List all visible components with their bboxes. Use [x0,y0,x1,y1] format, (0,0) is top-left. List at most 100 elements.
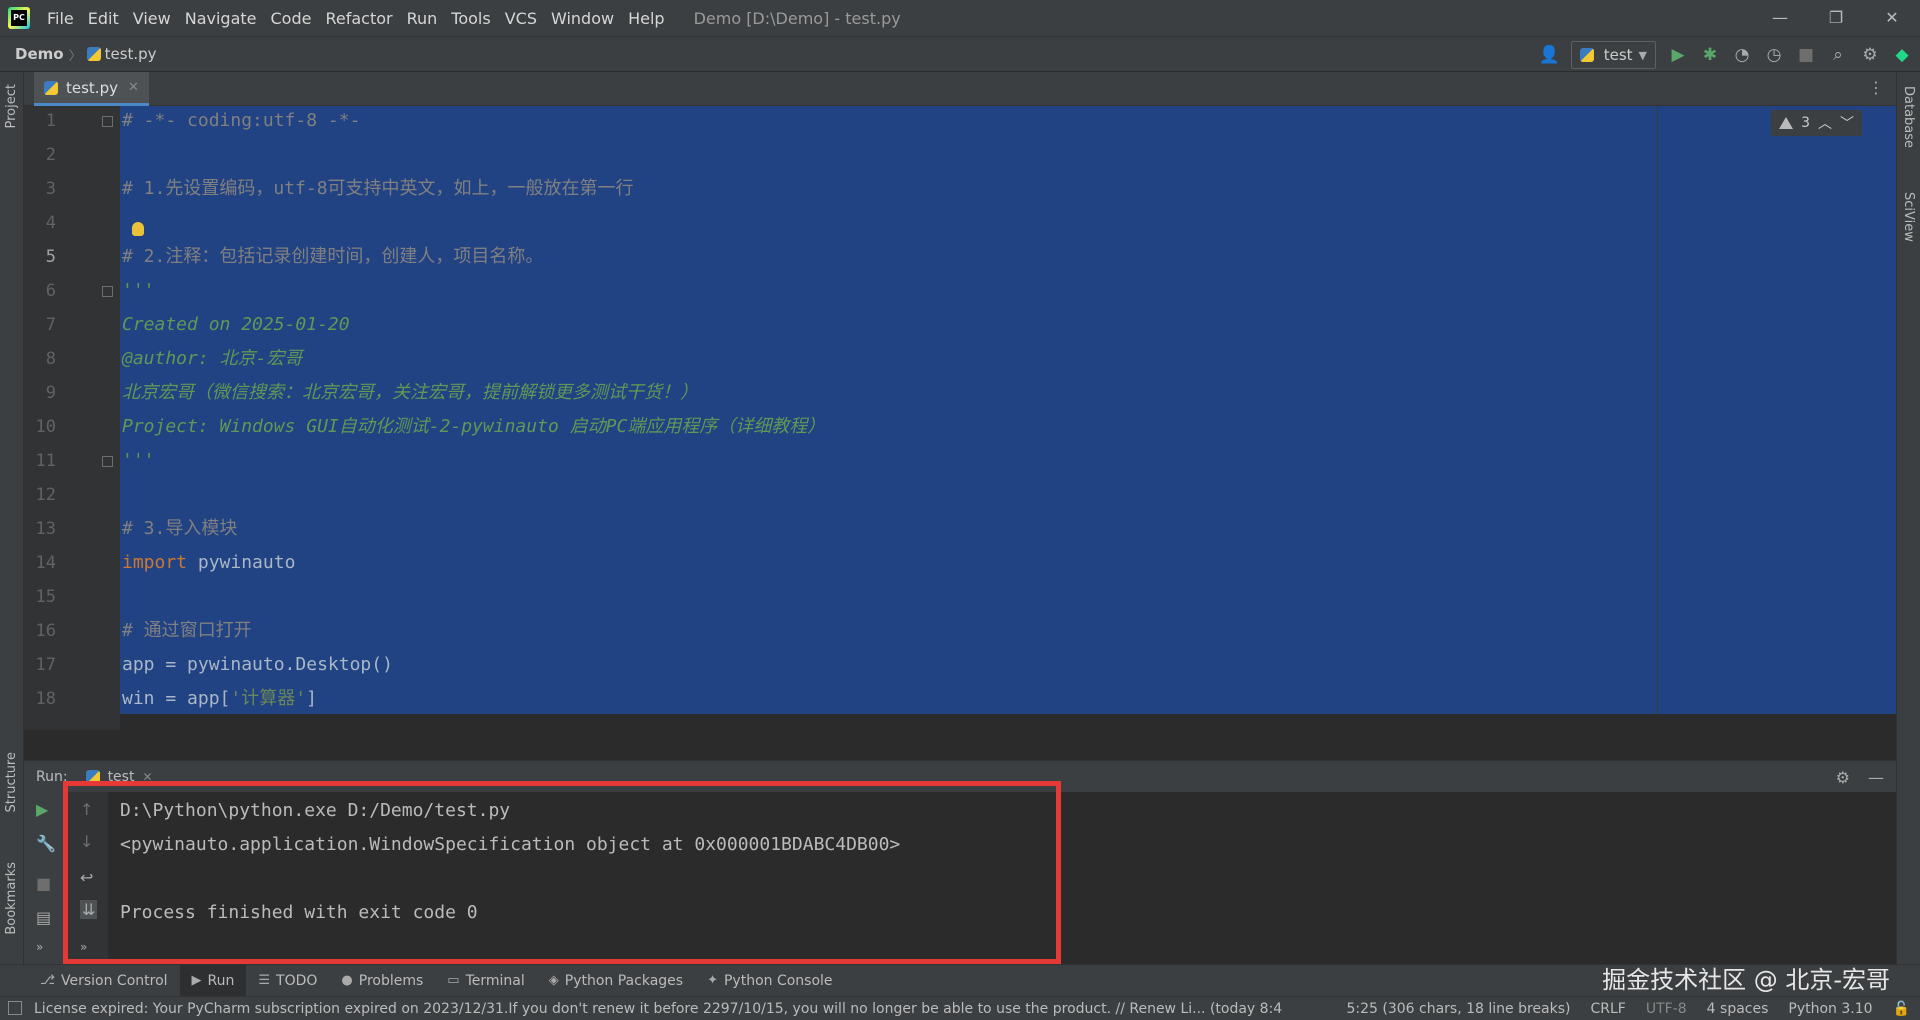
run-icon[interactable]: ▶ [1668,45,1688,65]
menu-navigate[interactable]: Navigate [178,9,264,28]
tab-test-py[interactable]: test.py ✕ [34,72,149,106]
title-bar: File Edit View Navigate Code Refactor Ru… [0,0,1920,36]
hide-icon[interactable]: — [1868,768,1884,787]
lock-icon[interactable]: 🔓 [1893,1001,1910,1017]
fold-marker-icon[interactable] [102,456,113,467]
line-number[interactable]: 4 [24,206,56,240]
editor-gutter: 1 2 3 4 5 6 7 8 9 10 11 12 13 14 15 16 17 18 [24,106,120,730]
profile-icon[interactable]: ◷ [1764,45,1784,65]
menu-window[interactable]: Window [544,9,621,28]
tool-button-python-console[interactable]: ✦ Python Console [695,965,844,997]
line-number[interactable]: 12 [24,478,56,512]
breadcrumb-project[interactable]: Demo [15,45,64,63]
user-icon[interactable]: 👤 [1539,45,1560,65]
stop-icon[interactable]: ■ [36,874,51,893]
line-number[interactable]: 17 [24,648,56,682]
indent-setting[interactable]: 4 spaces [1707,1001,1769,1017]
code-token: ''' [122,280,155,301]
menu-refactor[interactable]: Refactor [318,9,399,28]
menu-file[interactable]: File [40,9,81,28]
wrench-icon[interactable]: 🔧 [36,834,56,853]
gear-icon[interactable]: ⚙ [1860,45,1880,65]
tab-label: test.py [66,78,118,97]
line-number[interactable]: 1 [24,106,56,138]
code-token: # 2.注释：包括记录创建时间，创建人，项目名称。 [122,246,544,267]
tool-button-problems[interactable]: ● Problems [329,965,435,997]
coverage-icon[interactable]: ◔ [1732,45,1752,65]
fold-marker-icon[interactable] [102,116,113,127]
line-number[interactable]: 15 [24,580,56,614]
code-area[interactable]: # -*- coding:utf-8 -*- # 1.先设置编码，utf-8可支持… [120,106,1896,714]
restore-button[interactable]: ❐ [1808,0,1864,36]
fold-marker-icon[interactable] [102,286,113,297]
code-token: Created on 2025-01-20 [122,314,350,335]
line-number[interactable]: 11 [24,444,56,478]
menu-view[interactable]: View [126,9,178,28]
tool-button-terminal[interactable]: ▭ Terminal [435,965,536,997]
menu-code[interactable]: Code [264,9,319,28]
tool-button-version-control[interactable]: ⎇ Version Control [28,965,180,997]
horizontal-scrollbar[interactable] [120,714,1896,730]
chevron-up-icon[interactable]: ︿ [1818,113,1832,133]
layout-icon[interactable]: ▤ [36,908,51,927]
line-number[interactable]: 18 [24,682,56,716]
code-line: ''' [122,444,155,478]
inspection-widget[interactable]: 3 ︿ ﹀ [1771,110,1862,136]
line-number[interactable]: 7 [24,308,56,342]
chevron-down-icon[interactable]: ﹀ [1840,113,1854,133]
status-message[interactable]: License expired: Your PyCharm subscripti… [34,1001,1334,1017]
tool-button-python-packages[interactable]: ◈ Python Packages [537,965,695,997]
menu-edit[interactable]: Edit [81,9,126,28]
more-icon[interactable]: » [36,940,43,954]
code-token: # 通过窗口打开 [122,620,252,641]
line-number[interactable]: 6 [24,274,56,308]
close-window-button[interactable]: ✕ [1864,0,1920,36]
minimize-button[interactable]: — [1752,0,1808,36]
gear-icon[interactable]: ⚙ [1836,768,1850,787]
line-number[interactable]: 14 [24,546,56,580]
line-number[interactable]: 3 [24,172,56,206]
menu-vcs[interactable]: VCS [498,9,544,28]
project-tool-button[interactable]: Project [4,84,19,128]
line-number[interactable]: 10 [24,410,56,444]
status-indicators: 5:25 (306 chars, 18 line breaks) CRLF UT… [1347,997,1911,1020]
more-vertical-icon[interactable]: ⋮ [1868,78,1884,97]
python-config-icon [1579,48,1594,62]
pycharm-logo-icon [8,7,30,29]
bookmarks-tool-button[interactable]: Bookmarks [4,862,19,935]
menu-run[interactable]: Run [400,9,445,28]
line-separator[interactable]: CRLF [1591,1001,1626,1017]
status-toggle-icon[interactable] [8,1001,22,1015]
breadcrumb-file[interactable]: test.py [105,45,157,63]
debug-icon[interactable]: ✱ [1700,45,1720,65]
intention-bulb-icon[interactable] [132,222,144,236]
line-number[interactable]: 8 [24,342,56,376]
navigation-bar: Demo 〉 test.py 👤 test ▼ ▶ ✱ ◔ ◷ ■ ⌕ ⚙ ◆ [0,36,1920,72]
line-number[interactable]: 9 [24,376,56,410]
tool-button-run[interactable]: ▶ Run [179,964,247,997]
sciview-tool-button[interactable]: SciView [1901,192,1916,242]
python-interpreter[interactable]: Python 3.10 [1788,1001,1872,1017]
code-token: Project: Windows GUI自动化测试-2-pywinauto 启动… [122,416,826,437]
search-icon[interactable]: ⌕ [1828,45,1848,65]
line-number[interactable]: 5 [24,240,56,274]
tool-button-todo[interactable]: ☰ TODO [246,965,329,997]
stop-icon[interactable]: ■ [1796,45,1816,65]
line-number[interactable]: 16 [24,614,56,648]
window-controls: — ❐ ✕ [1752,0,1920,36]
database-tool-button[interactable]: Database [1901,86,1916,148]
rerun-icon[interactable]: ▶ [36,800,48,819]
jetbrains-logo-icon[interactable]: ◆ [1892,45,1912,65]
run-config-selector[interactable]: test ▼ [1570,41,1656,69]
caret-position[interactable]: 5:25 (306 chars, 18 line breaks) [1347,1001,1571,1017]
code-editor[interactable]: 1 2 3 4 5 6 7 8 9 10 11 12 13 14 15 16 17 18 # -*- coding… [24,106,1896,730]
code-line: @author: 北京-宏哥 [122,342,302,376]
menu-tools[interactable]: Tools [444,9,497,28]
close-tab-icon[interactable]: ✕ [128,80,139,95]
structure-tool-button[interactable]: Structure [4,752,19,812]
menu-help[interactable]: Help [621,9,671,28]
line-number[interactable]: 13 [24,512,56,546]
code-token: '计算器' [230,688,307,709]
file-encoding[interactable]: UTF-8 [1646,1001,1687,1017]
line-number[interactable]: 2 [24,138,56,172]
